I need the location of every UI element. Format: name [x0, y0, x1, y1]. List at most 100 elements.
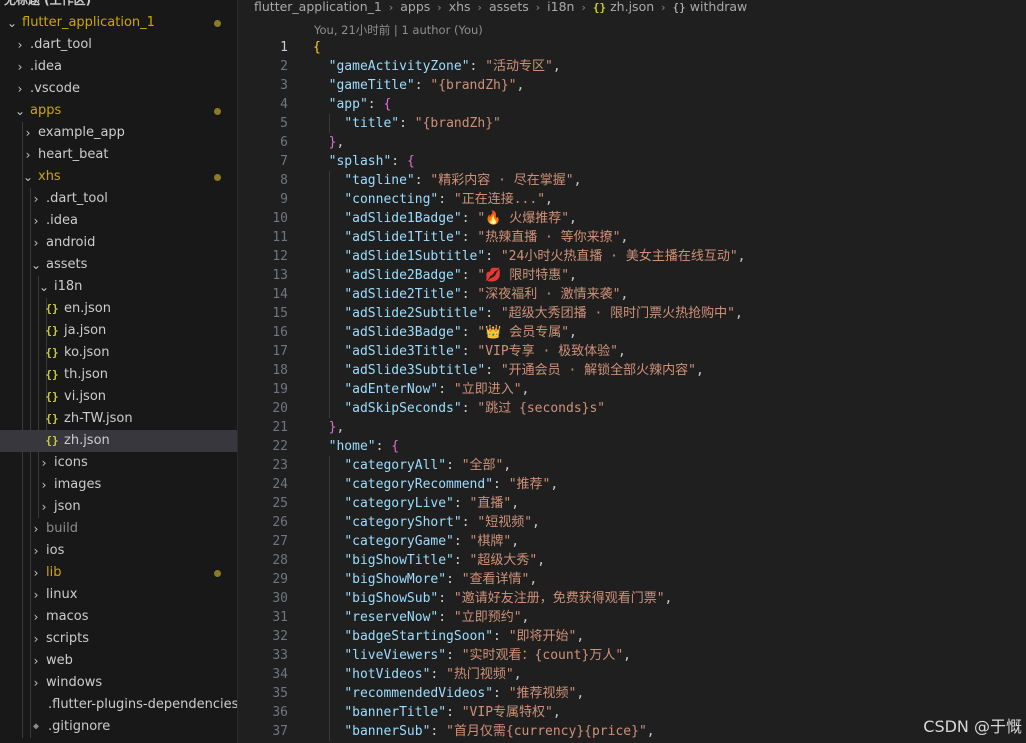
code-line[interactable]: 27 "categoryGame": "棋牌",	[238, 532, 1026, 551]
chevron-right-icon[interactable]: ›	[30, 628, 42, 650]
chevron-right-icon[interactable]: ›	[30, 562, 42, 584]
code-line[interactable]: 28 "bigShowTitle": "超级大秀",	[238, 551, 1026, 570]
code-line[interactable]: 16 "adSlide3Badge": "👑 会员专属",	[238, 323, 1026, 342]
tree-item-dart-tool[interactable]: › .dart_tool	[0, 188, 237, 210]
code-line[interactable]: 10 "adSlide1Badge": "🔥 火爆推荐",	[238, 209, 1026, 228]
chevron-right-icon[interactable]: ›	[30, 540, 42, 562]
tree-item-windows[interactable]: › windows	[0, 672, 237, 694]
breadcrumb-item[interactable]: apps	[400, 0, 430, 14]
chevron-right-icon[interactable]: ›	[38, 474, 50, 496]
breadcrumb-item[interactable]: assets	[489, 0, 529, 14]
tree-item-th-json[interactable]: {} th.json	[0, 364, 237, 386]
tree-item-zh-tw-json[interactable]: {} zh-TW.json	[0, 408, 237, 430]
tree-item-web[interactable]: › web	[0, 650, 237, 672]
code-line[interactable]: 23 "categoryAll": "全部",	[238, 456, 1026, 475]
chevron-right-icon[interactable]: ›	[30, 650, 42, 672]
chevron-right-icon[interactable]: ›	[38, 496, 50, 518]
code-line[interactable]: 36 "bannerTitle": "VIP专属特权",	[238, 703, 1026, 722]
chevron-right-icon[interactable]: ›	[30, 584, 42, 606]
code-line[interactable]: 13 "adSlide2Badge": "💋 限时特惠",	[238, 266, 1026, 285]
breadcrumb-file[interactable]: zh.json	[610, 0, 654, 14]
tree-item-zh-json[interactable]: {} zh.json	[0, 430, 237, 452]
tree-item-android[interactable]: › android	[0, 232, 237, 254]
tree-item-gitignore[interactable]: ◆ .gitignore	[0, 716, 237, 738]
tree-item-apps[interactable]: ⌄ apps	[0, 100, 237, 122]
chevron-right-icon[interactable]: ›	[30, 606, 42, 628]
tree-item-images[interactable]: › images	[0, 474, 237, 496]
code-line[interactable]: 26 "categoryShort": "短视频",	[238, 513, 1026, 532]
tree-item-example-app[interactable]: › example_app	[0, 122, 237, 144]
tree-item-lib[interactable]: › lib	[0, 562, 237, 584]
code-line[interactable]: 3 "gameTitle": "{brandZh}",	[238, 76, 1026, 95]
chevron-right-icon[interactable]: ›	[30, 518, 42, 540]
tree-item-assets[interactable]: ⌄ assets	[0, 254, 237, 276]
code-line[interactable]: 35 "recommendedVideos": "推荐视频",	[238, 684, 1026, 703]
code-line[interactable]: 19 "adEnterNow": "立即进入",	[238, 380, 1026, 399]
tree-item-i18n[interactable]: ⌄ i18n	[0, 276, 237, 298]
workspace-header[interactable]: 无标题 (工作区)	[0, 0, 237, 9]
chevron-right-icon[interactable]: ›	[30, 672, 42, 694]
chevron-down-icon[interactable]: ⌄	[30, 254, 42, 276]
chevron-down-icon[interactable]: ⌄	[22, 166, 34, 188]
code-line[interactable]: 33 "liveViewers": "实时观看：{count}万人",	[238, 646, 1026, 665]
chevron-right-icon[interactable]: ›	[22, 144, 34, 166]
tree-item-xhs[interactable]: ⌄ xhs	[0, 166, 237, 188]
code-line[interactable]: 15 "adSlide2Subtitle": "超级大秀团播 · 限时门票火热抢购…	[238, 304, 1026, 323]
code-line[interactable]: 11 "adSlide1Title": "热辣直播 · 等你来撩",	[238, 228, 1026, 247]
tree-item-vscode[interactable]: › .vscode	[0, 78, 237, 100]
chevron-right-icon[interactable]: ›	[14, 56, 26, 78]
tree-item-dart-tool[interactable]: › .dart_tool	[0, 34, 237, 56]
code-line[interactable]: 21},	[238, 418, 1026, 437]
tree-item-idea[interactable]: › .idea	[0, 56, 237, 78]
tree-item-linux[interactable]: › linux	[0, 584, 237, 606]
code-line[interactable]: 37 "bannerSub": "首月仅需{currency}{price}",	[238, 722, 1026, 741]
code-line[interactable]: 32 "badgeStartingSoon": "即将开始",	[238, 627, 1026, 646]
code-line[interactable]: 7 "splash": {	[238, 152, 1026, 171]
breadcrumb-item[interactable]: xhs	[449, 0, 471, 14]
tree-item-json[interactable]: › json	[0, 496, 237, 518]
chevron-down-icon[interactable]: ⌄	[6, 12, 18, 34]
chevron-right-icon[interactable]: ›	[14, 78, 26, 100]
tree-item-heart-beat[interactable]: › heart_beat	[0, 144, 237, 166]
tree-item-flutter-plugins-dependencies[interactable]: .flutter-plugins-dependencies	[0, 694, 237, 716]
code-line[interactable]: 24 "categoryRecommend": "推荐",	[238, 475, 1026, 494]
tree-item-macos[interactable]: › macos	[0, 606, 237, 628]
chevron-right-icon[interactable]: ›	[14, 34, 26, 56]
code-line[interactable]: 1{	[238, 38, 1026, 57]
code-line[interactable]: 30 "bigShowSub": "邀请好友注册，免费获得观看门票",	[238, 589, 1026, 608]
code-line[interactable]: 12 "adSlide1Subtitle": "24小时火热直播 · 美女主播在线…	[238, 247, 1026, 266]
code-line[interactable]: 18 "adSlide3Subtitle": "开通会员 · 解锁全部火辣内容",	[238, 361, 1026, 380]
tree-item-ja-json[interactable]: {} ja.json	[0, 320, 237, 342]
code-line[interactable]: 4 "app": {	[238, 95, 1026, 114]
breadcrumb-item[interactable]: i18n	[547, 0, 574, 14]
chevron-right-icon[interactable]: ›	[30, 188, 42, 210]
code-line[interactable]: 6},	[238, 133, 1026, 152]
tree-item-idea[interactable]: › .idea	[0, 210, 237, 232]
code-line[interactable]: 17 "adSlide3Title": "VIP专享 · 极致体验",	[238, 342, 1026, 361]
code-line[interactable]: 22 "home": {	[238, 437, 1026, 456]
chevron-right-icon[interactable]: ›	[30, 232, 42, 254]
code-line[interactable]: 14 "adSlide2Title": "深夜福利 · 激情来袭",	[238, 285, 1026, 304]
chevron-right-icon[interactable]: ›	[30, 210, 42, 232]
code-line[interactable]: 5 "title": "{brandZh}"	[238, 114, 1026, 133]
code-line[interactable]: 25 "categoryLive": "直播",	[238, 494, 1026, 513]
chevron-down-icon[interactable]: ⌄	[14, 100, 26, 122]
code-line[interactable]: 8 "tagline": "精彩内容 · 尽在掌握",	[238, 171, 1026, 190]
tree-item-ios[interactable]: › ios	[0, 540, 237, 562]
code-line[interactable]: 2 "gameActivityZone": "活动专区",	[238, 57, 1026, 76]
code-line[interactable]: 34 "hotVideos": "热门视频",	[238, 665, 1026, 684]
tree-item-en-json[interactable]: {} en.json	[0, 298, 237, 320]
tree-item-vi-json[interactable]: {} vi.json	[0, 386, 237, 408]
tree-item-scripts[interactable]: › scripts	[0, 628, 237, 650]
chevron-right-icon[interactable]: ›	[22, 122, 34, 144]
code-line[interactable]: 20 "adSkipSeconds": "跳过 {seconds}s"	[238, 399, 1026, 418]
breadcrumb-symbol[interactable]: withdraw	[690, 0, 747, 14]
chevron-down-icon[interactable]: ⌄	[38, 276, 50, 298]
code-line[interactable]: 9 "connecting": "正在连接...",	[238, 190, 1026, 209]
tree-item-ko-json[interactable]: {} ko.json	[0, 342, 237, 364]
code-area[interactable]: 1{2 "gameActivityZone": "活动专区", 3 "gameTitl…	[238, 38, 1026, 741]
code-line[interactable]: 31 "reserveNow": "立即预约",	[238, 608, 1026, 627]
tree-item-icons[interactable]: › icons	[0, 452, 237, 474]
tree-item-flutter-application-1[interactable]: ⌄ flutter_application_1	[0, 12, 237, 34]
breadcrumb-item[interactable]: flutter_application_1	[254, 0, 382, 14]
